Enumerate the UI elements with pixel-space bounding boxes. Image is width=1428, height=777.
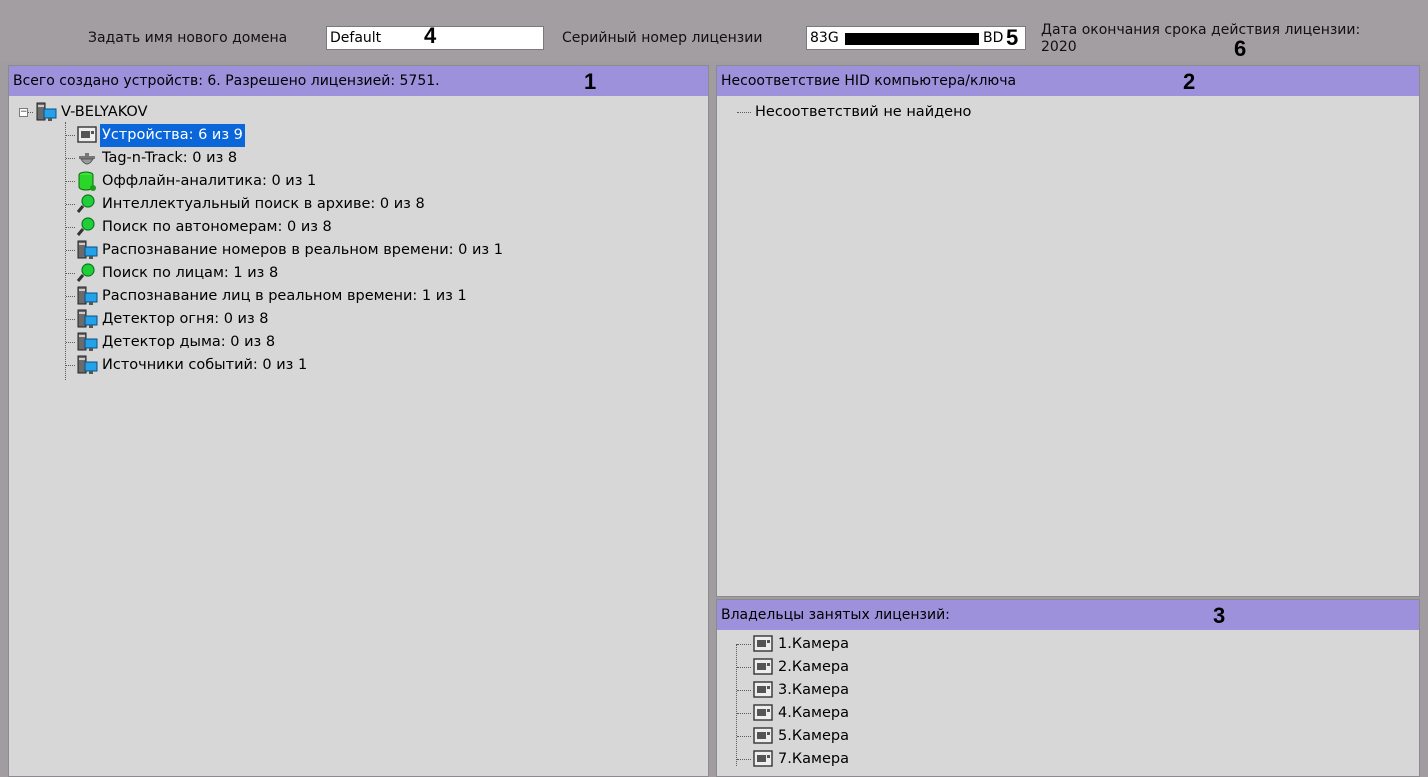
server-icon	[36, 102, 57, 121]
serial-prefix: 83G	[810, 30, 839, 46]
hid-mismatch-header: Несоответствие HID компьютера/ключа	[717, 66, 1419, 96]
tree-item-label: Распознавание номеров в реальном времени…	[102, 242, 503, 258]
tree-item-label: Поиск по лицам: 1 из 8	[102, 265, 279, 281]
tree-root-label: V-BELYAKOV	[61, 104, 148, 120]
camera-icon	[753, 635, 773, 652]
owner-item[interactable]: 5.Камера	[717, 725, 1117, 748]
serial-number-label: Серийный номер лицензии	[562, 30, 763, 46]
camera-icon	[753, 750, 773, 767]
owner-item[interactable]: 7.Камера	[717, 748, 1117, 771]
server-icon	[77, 286, 98, 305]
tree-item-label: Распознавание лиц в реальном времени: 1 …	[102, 288, 467, 304]
tree-item-fire-detector[interactable]: Детектор огня: 0 из 8	[9, 308, 699, 331]
camera-icon	[753, 658, 773, 675]
owner-label: 1.Камера	[778, 636, 849, 652]
owner-label: 5.Камера	[778, 728, 849, 744]
tree-item-realtime-face-recognition[interactable]: Распознавание лиц в реальном времени: 1 …	[9, 285, 699, 308]
database-icon	[78, 171, 96, 191]
serial-number-field[interactable]: 83G BD	[806, 26, 1026, 50]
owner-label: 7.Камера	[778, 751, 849, 767]
collapse-icon[interactable]: −	[19, 108, 28, 117]
server-icon	[77, 309, 98, 328]
camera-icon	[753, 681, 773, 698]
domain-name-label: Задать имя нового домена	[88, 30, 288, 46]
tree-item-face-search[interactable]: Поиск по лицам: 1 из 8	[9, 262, 699, 285]
devices-license-panel: Всего создано устройств: 6. Разрешено ли…	[8, 65, 709, 777]
search-icon	[76, 217, 95, 236]
license-owners-panel: Владельцы занятых лицензий: 3 1.Камера 2…	[716, 599, 1420, 777]
tree-root[interactable]: − V-BELYAKOV	[9, 101, 409, 124]
license-owners-header: Владельцы занятых лицензий:	[717, 600, 1419, 630]
hid-mismatch-panel: Несоответствие HID компьютера/ключа 2 Не…	[716, 65, 1420, 597]
hid-mismatch-item[interactable]: Несоответствий не найдено	[717, 101, 1317, 124]
tree-item-tag-n-track[interactable]: Tag-n-Track: 0 из 8	[9, 147, 699, 170]
search-icon	[76, 263, 95, 282]
devices-tree: − V-BELYAKOV Устройства: 6 из 9 Tag-n-Tr…	[9, 66, 708, 776]
server-icon	[77, 332, 98, 351]
tree-item-realtime-plate-recognition[interactable]: Распознавание номеров в реальном времени…	[9, 239, 699, 262]
search-icon	[76, 194, 95, 213]
hid-mismatch-title: Несоответствие HID компьютера/ключа	[721, 73, 1017, 89]
license-expiry-value: 2020	[1041, 39, 1077, 55]
tree-item-smart-archive-search[interactable]: Интеллектуальный поиск в архиве: 0 из 8	[9, 193, 699, 216]
hid-mismatch-text: Несоответствий не найдено	[755, 104, 972, 120]
license-owners-title: Владельцы занятых лицензий:	[721, 607, 950, 623]
tree-item-label: Поиск по автономерам: 0 из 8	[102, 219, 332, 235]
serial-suffix: BD	[983, 30, 1004, 46]
tree-item-label: Оффлайн-аналитика: 0 из 1	[102, 173, 317, 189]
dome-camera-icon	[79, 153, 95, 165]
tree-item-offline-analytics[interactable]: Оффлайн-аналитика: 0 из 1	[9, 170, 699, 193]
tree-item-label: Интеллектуальный поиск в архиве: 0 из 8	[102, 196, 425, 212]
tree-item-label: Детектор огня: 0 из 8	[102, 311, 269, 327]
serial-redaction	[845, 33, 979, 45]
owner-item[interactable]: 1.Камера	[717, 633, 1117, 656]
tree-item-label: Устройства: 6 из 9	[100, 124, 245, 147]
owner-label: 2.Камера	[778, 659, 849, 675]
tree-item-label: Детектор дыма: 0 из 8	[102, 334, 276, 350]
owner-item[interactable]: 4.Камера	[717, 702, 1117, 725]
tree-item-devices[interactable]: Устройства: 6 из 9	[9, 124, 699, 147]
tree-item-label: Источники событий: 0 из 1	[102, 357, 308, 373]
owner-item[interactable]: 3.Камера	[717, 679, 1117, 702]
owner-label: 3.Камера	[778, 682, 849, 698]
owner-label: 4.Камера	[778, 705, 849, 721]
tree-item-smoke-detector[interactable]: Детектор дыма: 0 из 8	[9, 331, 699, 354]
camera-icon	[77, 126, 97, 143]
owner-item[interactable]: 2.Камера	[717, 656, 1117, 679]
license-expiry-label: Дата окончания срока действия лицензии:	[1041, 22, 1361, 38]
server-icon	[77, 240, 98, 259]
camera-icon	[753, 727, 773, 744]
tree-item-plate-search[interactable]: Поиск по автономерам: 0 из 8	[9, 216, 699, 239]
callout-3: 3	[1213, 603, 1226, 628]
tree-item-event-sources[interactable]: Источники событий: 0 из 1	[9, 354, 699, 377]
callout-2: 2	[1183, 69, 1196, 94]
camera-icon	[753, 704, 773, 721]
callout-4: 4	[424, 23, 437, 48]
callout-5: 5	[1006, 25, 1019, 50]
callout-6: 6	[1234, 36, 1247, 61]
server-icon	[77, 355, 98, 374]
tree-item-label: Tag-n-Track: 0 из 8	[102, 150, 238, 166]
